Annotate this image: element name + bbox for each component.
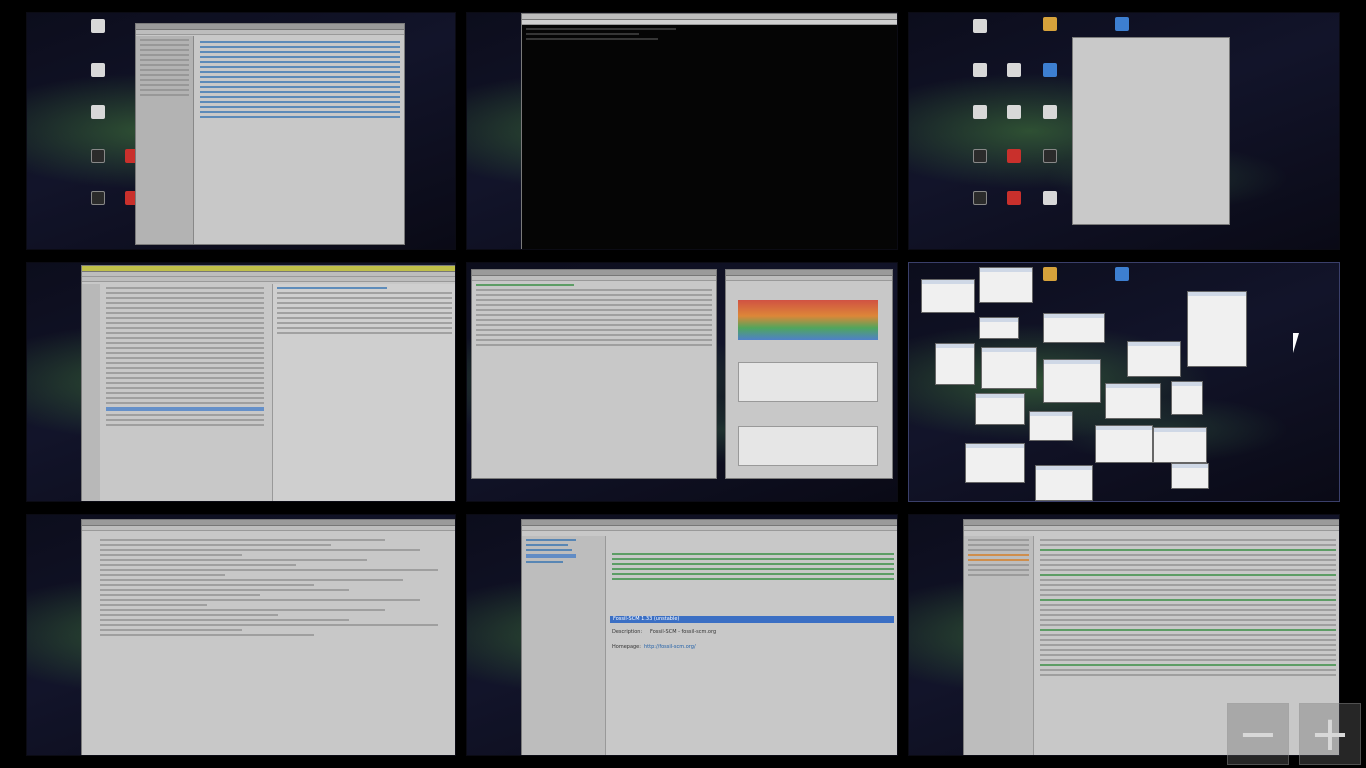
- homepage-link[interactable]: http://fossil-scm.org/: [644, 644, 696, 650]
- archive-icon: [1043, 17, 1057, 31]
- archive-icon: [1043, 267, 1057, 281]
- window-titlebar[interactable]: [964, 520, 1339, 526]
- desktop-file-icon: [91, 191, 105, 205]
- pdf-icon: [1007, 149, 1021, 163]
- window-thumbnail[interactable]: [1171, 381, 1203, 415]
- desktop-file-icon: [1007, 105, 1021, 119]
- desktop-file-icon: [973, 149, 987, 163]
- desktop-file-icon: [91, 105, 105, 119]
- window-thumbnail[interactable]: [979, 317, 1019, 339]
- zoom-in-button[interactable]: +: [1299, 703, 1361, 765]
- tab-bar[interactable]: [726, 276, 892, 281]
- desktop-file-icon: [1007, 63, 1021, 77]
- window-titlebar[interactable]: [522, 14, 897, 20]
- desktop-4[interactable]: [26, 262, 456, 502]
- window-thumbnail[interactable]: [921, 279, 975, 313]
- window-thumbnail[interactable]: [1127, 341, 1181, 377]
- menubar: [522, 20, 897, 25]
- toolbar: [82, 526, 455, 531]
- desktop-file-icon: [973, 63, 987, 77]
- window-thumbnail[interactable]: [1153, 427, 1207, 463]
- zoom-out-button[interactable]: −: [1227, 703, 1289, 765]
- description-label: Description:: [612, 629, 643, 635]
- pdf-icon: [1007, 191, 1021, 205]
- window-thumbnail[interactable]: [1043, 313, 1105, 343]
- desktop-file-icon: [973, 19, 987, 33]
- window-titlebar[interactable]: [522, 520, 897, 526]
- window-titlebar[interactable]: [136, 24, 404, 30]
- message-list[interactable]: [102, 284, 268, 501]
- network-graph: [738, 426, 878, 466]
- window-thumbnail[interactable]: [979, 267, 1033, 303]
- desktop-1[interactable]: [26, 12, 456, 250]
- toolbar: [136, 30, 404, 35]
- log-entries[interactable]: [1036, 536, 1339, 755]
- homepage-label: Homepage:: [612, 644, 641, 650]
- selected-package-header: Fossil-SCM 1.33 (unstable): [610, 616, 894, 623]
- window-thumbnail[interactable]: [965, 443, 1025, 483]
- desktop-file-icon: [1043, 149, 1057, 163]
- desktop-2[interactable]: [466, 12, 898, 250]
- desktop-file-icon: [91, 19, 105, 33]
- desktop-file-icon: [973, 105, 987, 119]
- desktop-6[interactable]: [908, 262, 1340, 502]
- toolbar: [472, 276, 716, 281]
- window-thumbnail[interactable]: [935, 343, 975, 385]
- log-source-tree[interactable]: [964, 536, 1034, 755]
- category-tree[interactable]: [522, 536, 606, 755]
- message-preview: [272, 284, 455, 501]
- toolbar: [964, 526, 1339, 531]
- mouse-pointer-icon: [1293, 333, 1305, 353]
- downloads-window[interactable]: [471, 269, 717, 479]
- folder-icon: [1115, 17, 1129, 31]
- desktop-file-icon: [91, 63, 105, 77]
- toolbar: [522, 526, 897, 531]
- desktop-file-icon: [973, 191, 987, 205]
- package-list[interactable]: [608, 550, 897, 608]
- cpu-history-graph: [738, 300, 878, 340]
- folder-pane: [82, 284, 100, 501]
- places-panel: [136, 36, 194, 244]
- desktop-file-icon: [1043, 191, 1057, 205]
- mail-client-window[interactable]: [81, 265, 455, 501]
- window-titlebar[interactable]: [82, 520, 455, 526]
- folder-icon: [1115, 267, 1129, 281]
- window-titlebar[interactable]: [1073, 38, 1229, 50]
- window-titlebar[interactable]: [472, 270, 716, 276]
- window-titlebar[interactable]: [726, 270, 892, 276]
- blank-dialog-window[interactable]: [1072, 37, 1230, 225]
- window-thumbnail[interactable]: [1105, 383, 1161, 419]
- desktop-3[interactable]: [908, 12, 1340, 250]
- desktop-7[interactable]: [26, 514, 456, 756]
- window-thumbnail[interactable]: [1043, 359, 1101, 403]
- toolbar: [82, 277, 455, 282]
- window-thumbnail[interactable]: [1029, 411, 1073, 441]
- desktop-8[interactable]: Fossil-SCM 1.33 (unstable) Description: …: [466, 514, 898, 756]
- window-thumbnail[interactable]: [1187, 291, 1247, 367]
- window-thumbnail[interactable]: [1035, 465, 1093, 501]
- window-thumbnail[interactable]: [1095, 425, 1153, 463]
- desktop-5[interactable]: [466, 262, 898, 502]
- system-monitor-window[interactable]: [725, 269, 893, 479]
- package-manager-window[interactable]: Fossil-SCM 1.33 (unstable) Description: …: [521, 519, 897, 755]
- description-value: Fossil-SCM - fossil-scm.org: [650, 629, 717, 635]
- memory-graph: [738, 362, 878, 402]
- window-thumbnail[interactable]: [981, 347, 1037, 389]
- window-titlebar[interactable]: [82, 266, 455, 272]
- file-list[interactable]: [196, 38, 404, 238]
- text-editor-window[interactable]: [81, 519, 455, 755]
- window-thumbnail[interactable]: [1171, 463, 1209, 489]
- terminal-window[interactable]: [521, 13, 897, 249]
- window-thumbnail[interactable]: [975, 393, 1025, 425]
- file-manager-window[interactable]: [135, 23, 405, 245]
- folder-icon: [1043, 63, 1057, 77]
- editor-text-area[interactable]: [96, 536, 452, 748]
- desktop-file-icon: [1043, 105, 1057, 119]
- desktop-file-icon: [91, 149, 105, 163]
